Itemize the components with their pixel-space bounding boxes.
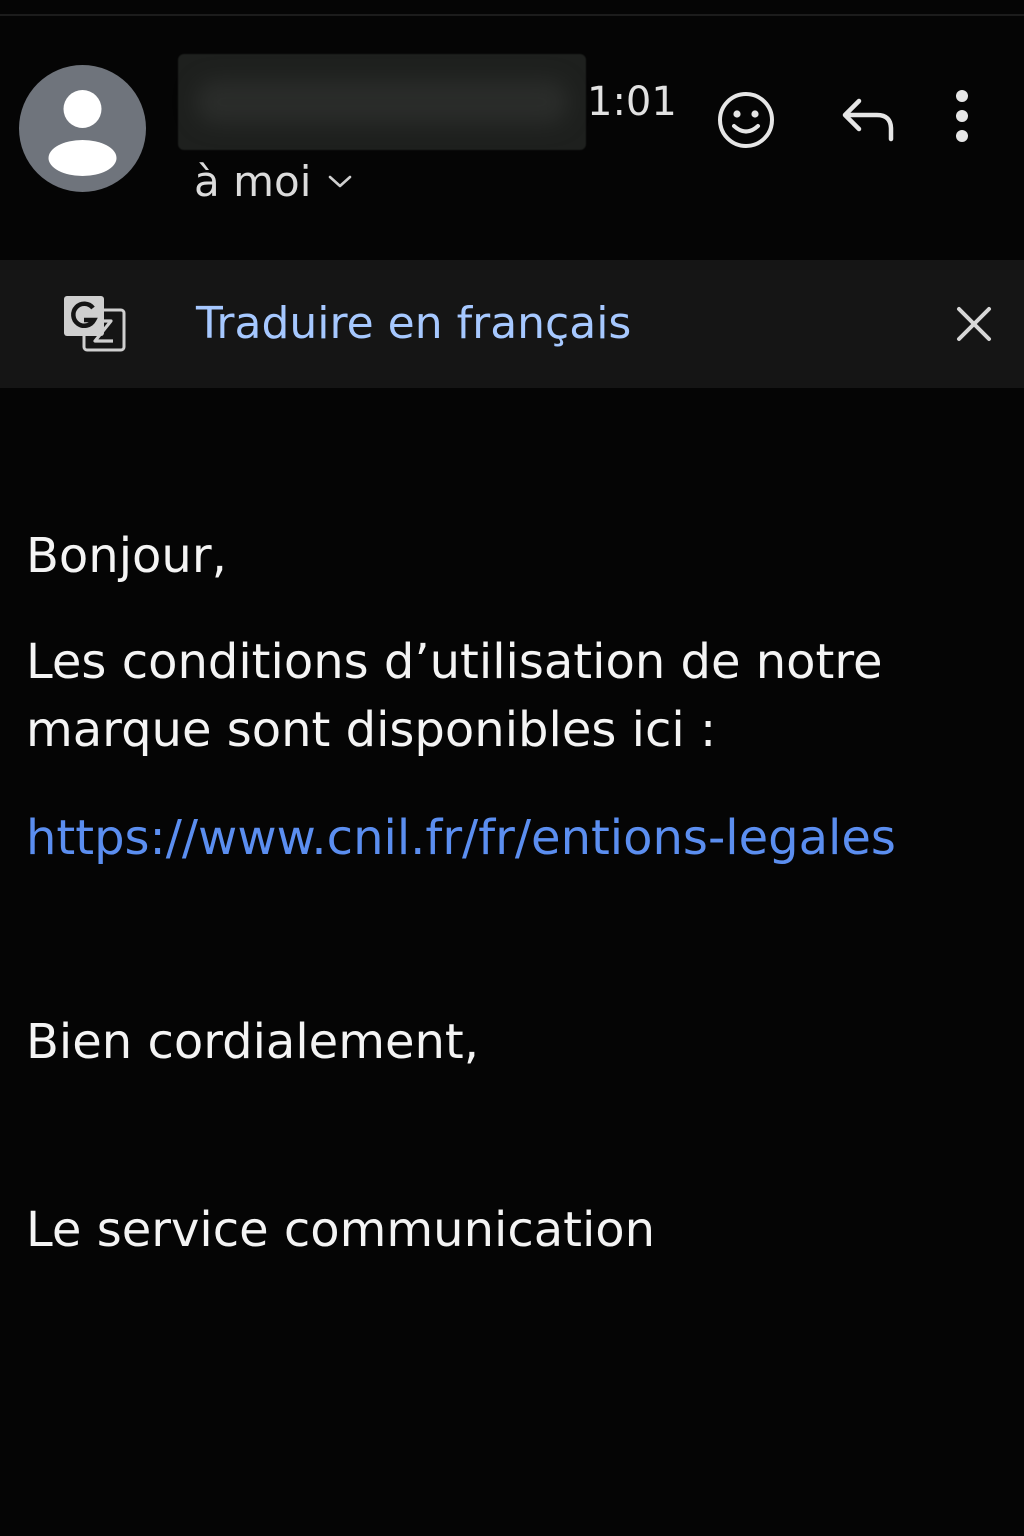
sender-name-redacted (178, 54, 586, 150)
sender-avatar[interactable] (19, 65, 146, 192)
more-vert-icon (956, 90, 968, 142)
top-divider (0, 14, 1024, 16)
reply-button[interactable] (836, 90, 902, 150)
message-paragraph-line2: marque sont disponibles ici : (26, 702, 717, 758)
recipient-label: à moi (194, 157, 312, 206)
message-time: 1:01 (587, 79, 677, 125)
message-closing: Bien cordialement, (26, 1014, 479, 1070)
close-icon (957, 307, 991, 341)
add-reaction-button[interactable] (712, 86, 780, 154)
recipient-toggle[interactable]: à moi (194, 156, 353, 208)
close-translate-button[interactable] (948, 298, 1000, 350)
reply-icon (842, 98, 894, 142)
translate-icon (64, 296, 126, 352)
message-signature: Le service communication (26, 1202, 656, 1258)
translate-action[interactable]: Traduire en français (196, 296, 631, 352)
legal-link[interactable]: https://www.cnil.fr/fr/entions-legales (26, 804, 896, 872)
message-paragraph-line1: Les conditions d’utilisation de notre (26, 634, 883, 690)
emoji-icon (718, 92, 774, 148)
message-greeting: Bonjour, (26, 528, 227, 584)
chevron-down-icon (329, 175, 352, 188)
translate-banner: Traduire en français (0, 260, 1024, 388)
more-options-button[interactable] (940, 84, 984, 148)
person-icon (48, 90, 117, 176)
